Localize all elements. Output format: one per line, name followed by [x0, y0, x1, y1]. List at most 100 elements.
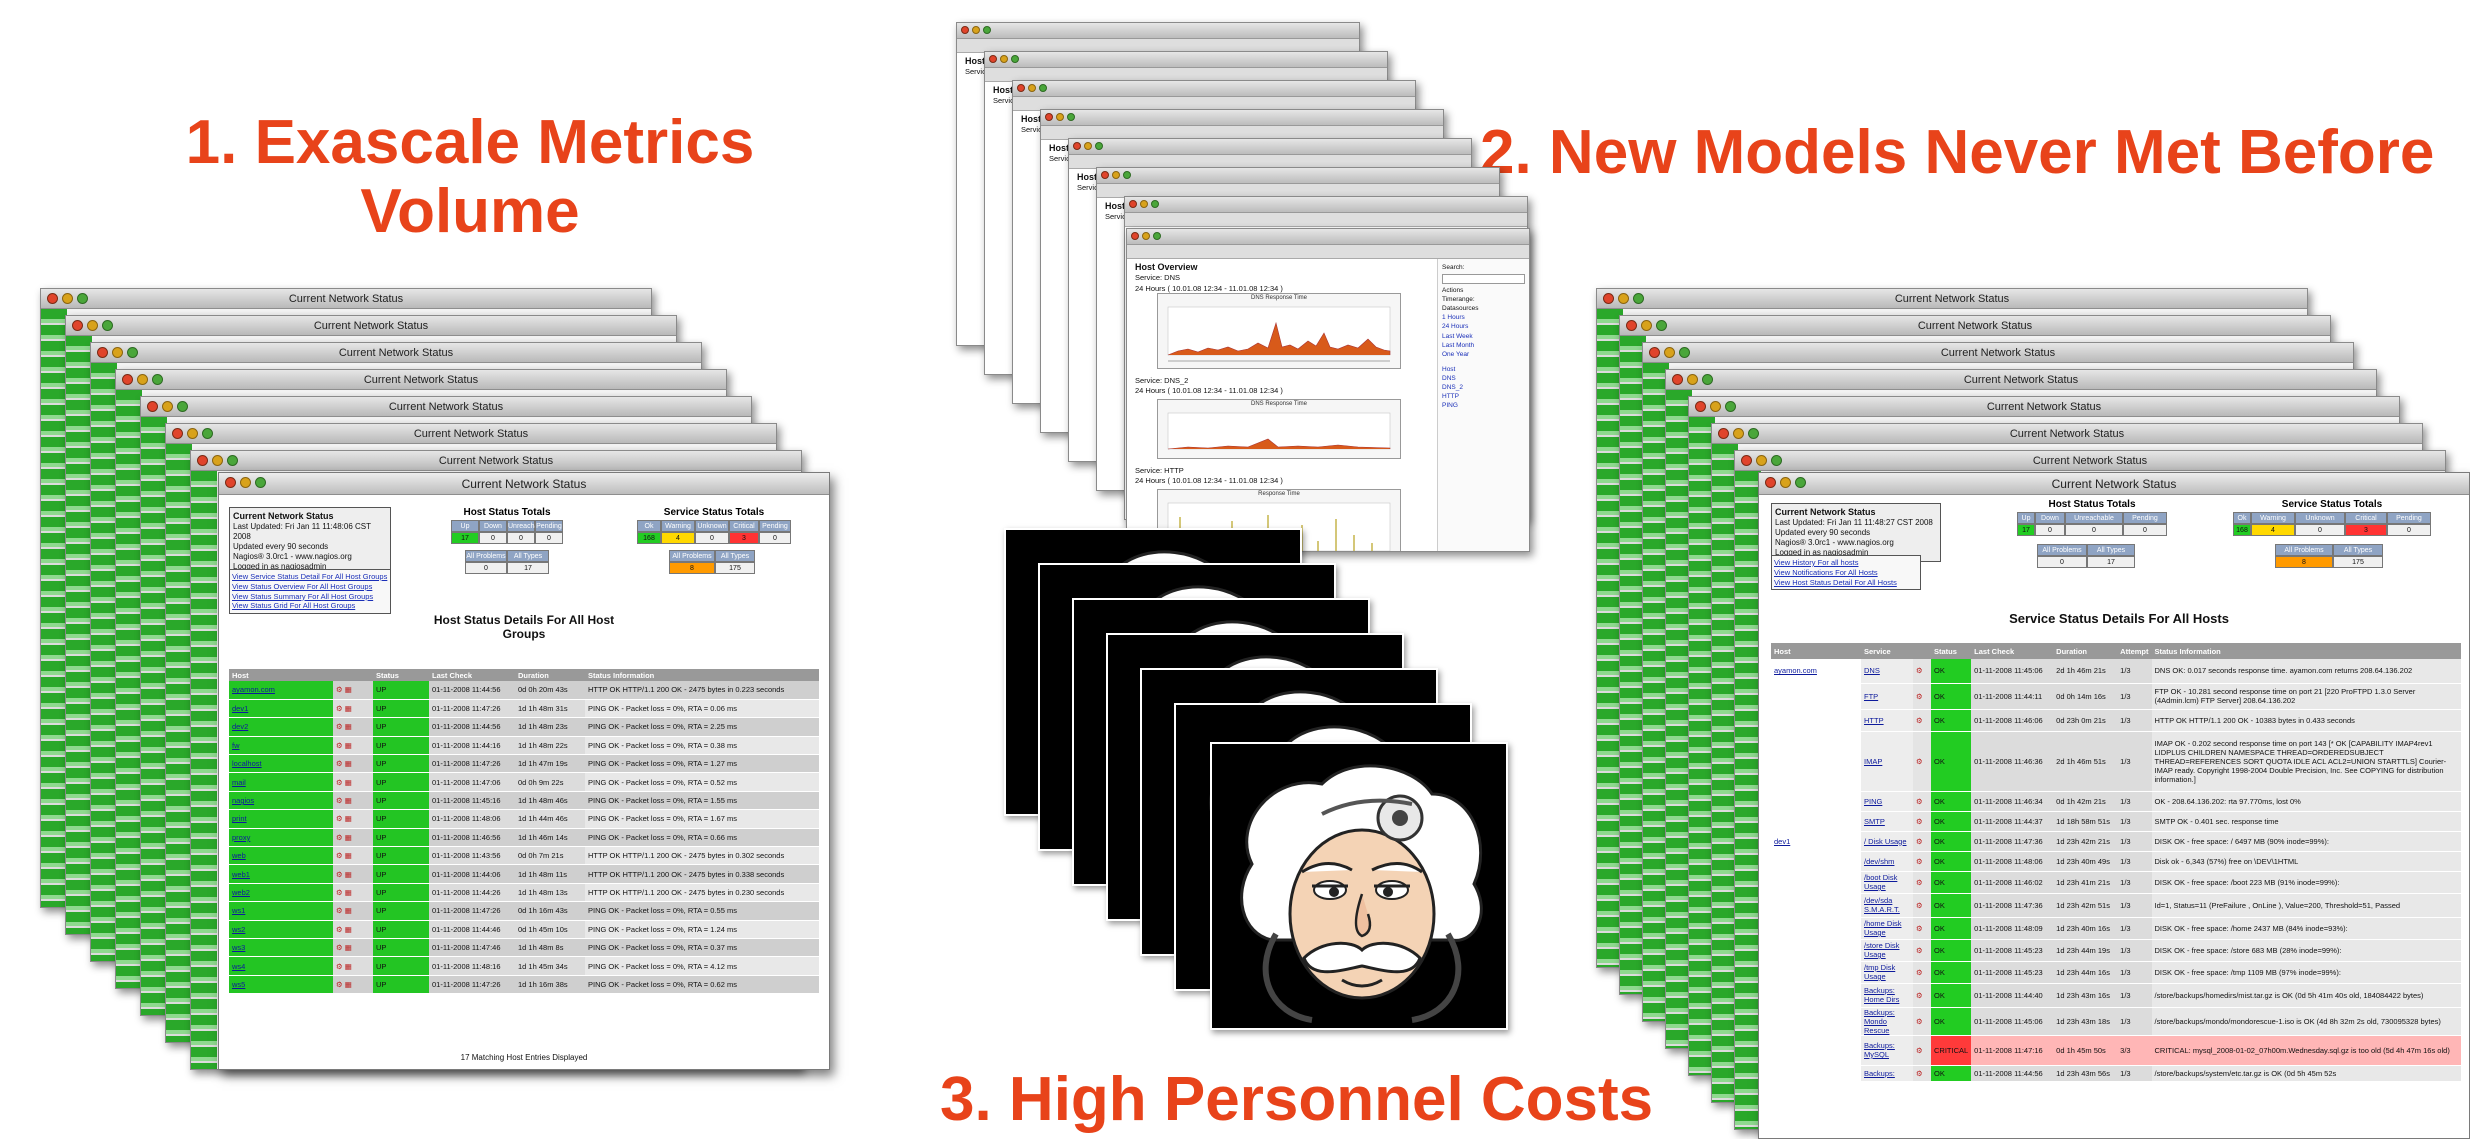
sidebar-item[interactable]: Last Week	[1442, 332, 1525, 341]
totals-header[interactable]: All Problems	[465, 550, 507, 562]
host-action-icons[interactable]: ⚙ ▦	[333, 699, 373, 719]
host-link[interactable]: ws2	[229, 920, 333, 939]
host-action-icons[interactable]: ⚙ ▦	[333, 956, 373, 976]
host-action-icons[interactable]: ⚙ ▦	[333, 864, 373, 884]
host-action-icons[interactable]: ⚙ ▦	[333, 828, 373, 848]
host-link[interactable]: fw	[229, 736, 333, 756]
close-icon[interactable]	[1131, 232, 1139, 240]
host-action-icons[interactable]: ⚙ ▦	[333, 975, 373, 995]
totals-header[interactable]: Unknown	[695, 520, 729, 532]
host-action-icons[interactable]: ⚙ ▦	[333, 772, 373, 792]
host-link[interactable]	[1771, 811, 1861, 832]
service-action-icon[interactable]: ⚙	[1913, 731, 1931, 792]
host-link[interactable]: ws1	[229, 901, 333, 921]
totals-header[interactable]: Down	[479, 520, 507, 532]
host-link[interactable]: localhost	[229, 754, 333, 774]
host-link[interactable]	[1771, 709, 1861, 732]
host-link[interactable]: dev1	[229, 699, 333, 719]
host-link[interactable]	[1771, 791, 1861, 812]
host-action-icons[interactable]: ⚙ ▦	[333, 883, 373, 903]
service-action-icon[interactable]: ⚙	[1913, 683, 1931, 710]
totals-header[interactable]: Pending	[535, 520, 563, 532]
service-action-icon[interactable]: ⚙	[1913, 983, 1931, 1008]
host-action-icons[interactable]: ⚙ ▦	[333, 846, 373, 866]
service-link[interactable]: /store Disk Usage	[1861, 939, 1913, 962]
close-icon[interactable]	[225, 477, 236, 488]
host-link[interactable]	[1771, 1007, 1861, 1036]
service-link[interactable]: PING	[1861, 791, 1913, 812]
service-link[interactable]: HTTP	[1861, 709, 1913, 732]
totals-header[interactable]: Ok	[2233, 512, 2251, 524]
sidebar-item[interactable]: 24 Hours	[1442, 322, 1525, 331]
service-link[interactable]: /dev/sda S.M.A.R.T.	[1861, 893, 1913, 918]
service-action-icon[interactable]: ⚙	[1913, 871, 1931, 894]
service-link[interactable]: /dev/shm	[1861, 851, 1913, 872]
host-link[interactable]: ws5	[229, 975, 333, 995]
service-action-icon[interactable]: ⚙	[1913, 709, 1931, 732]
host-action-icons[interactable]: ⚙ ▦	[333, 920, 373, 939]
host-link[interactable]	[1771, 731, 1861, 792]
host-action-icons[interactable]: ⚙ ▦	[333, 938, 373, 958]
totals-header[interactable]: Up	[2017, 512, 2035, 524]
service-action-icon[interactable]: ⚙	[1913, 1007, 1931, 1036]
service-link[interactable]: /boot Disk Usage	[1861, 871, 1913, 894]
host-action-icons[interactable]: ⚙ ▦	[333, 791, 373, 811]
column-header[interactable]: Status	[373, 669, 429, 681]
view-link[interactable]: View Status Summary For All Host Groups	[232, 592, 388, 602]
zoom-icon[interactable]	[1795, 477, 1806, 488]
totals-header[interactable]: Unreachable	[507, 520, 548, 532]
totals-header[interactable]: Pending	[2123, 512, 2167, 524]
totals-header[interactable]: Ok	[637, 520, 661, 532]
host-link[interactable]: print	[229, 809, 333, 829]
totals-header[interactable]: Critical	[2345, 512, 2387, 524]
service-link[interactable]: Backups: Mondo Rescue	[1861, 1007, 1913, 1036]
minimize-icon[interactable]	[1780, 477, 1791, 488]
zoom-icon[interactable]	[1153, 232, 1161, 240]
totals-header[interactable]: Pending	[759, 520, 791, 532]
host-link[interactable]	[1771, 961, 1861, 984]
service-link[interactable]: IMAP	[1861, 731, 1913, 792]
totals-header[interactable]: Unknown	[2295, 512, 2345, 524]
host-link[interactable]	[1771, 851, 1861, 872]
service-link[interactable]: Backups:	[1861, 1065, 1913, 1082]
host-action-icons[interactable]: ⚙ ▦	[333, 754, 373, 774]
view-link[interactable]: View Service Status Detail For All Host …	[232, 572, 388, 582]
totals-header[interactable]: All Types	[2333, 544, 2383, 556]
host-link[interactable]	[1771, 1065, 1861, 1082]
host-action-icons[interactable]: ⚙ ▦	[333, 809, 373, 829]
service-link[interactable]: /tmp Disk Usage	[1861, 961, 1913, 984]
view-link[interactable]: View Notifications For All Hosts	[1774, 568, 1918, 578]
host-action-icons[interactable]: ⚙ ▦	[333, 736, 373, 756]
host-link[interactable]	[1771, 1035, 1861, 1066]
totals-header[interactable]: Unreachable	[2065, 512, 2123, 524]
host-link[interactable]: web2	[229, 883, 333, 903]
service-action-icon[interactable]: ⚙	[1913, 791, 1931, 812]
view-link[interactable]: View History For all hosts	[1774, 558, 1918, 568]
service-action-icon[interactable]: ⚙	[1913, 1035, 1931, 1066]
host-link[interactable]: dev1	[1771, 831, 1861, 852]
service-link[interactable]: DNS	[1861, 659, 1913, 684]
totals-header[interactable]: All Types	[507, 550, 549, 562]
host-link[interactable]	[1771, 983, 1861, 1008]
service-link[interactable]: Backups: MySQL	[1861, 1035, 1913, 1066]
host-link[interactable]: ayamon.com	[229, 681, 333, 700]
service-link[interactable]: / Disk Usage	[1861, 831, 1913, 852]
column-header[interactable]: Status	[1931, 643, 1972, 659]
host-link[interactable]: mail	[229, 772, 333, 792]
service-link[interactable]: SMTP	[1861, 811, 1913, 832]
service-action-icon[interactable]: ⚙	[1913, 811, 1931, 832]
column-header[interactable]: Duration	[2053, 643, 2118, 659]
totals-header[interactable]: Down	[2035, 512, 2065, 524]
totals-header[interactable]: All Types	[2087, 544, 2135, 556]
view-link[interactable]: View Status Grid For All Host Groups	[232, 601, 388, 611]
column-header[interactable]: Host	[229, 669, 333, 681]
zoom-icon[interactable]	[255, 477, 266, 488]
column-header[interactable]: Last Check	[1971, 643, 2054, 659]
totals-header[interactable]: Warning	[661, 520, 695, 532]
host-link[interactable]: proxy	[229, 828, 333, 848]
host-link[interactable]: ws3	[229, 938, 333, 958]
minimize-icon[interactable]	[1142, 232, 1150, 240]
column-header[interactable]: Duration	[515, 669, 585, 681]
view-link[interactable]: View Host Status Detail For All Hosts	[1774, 578, 1918, 588]
column-header[interactable]: Last Check	[429, 669, 515, 681]
